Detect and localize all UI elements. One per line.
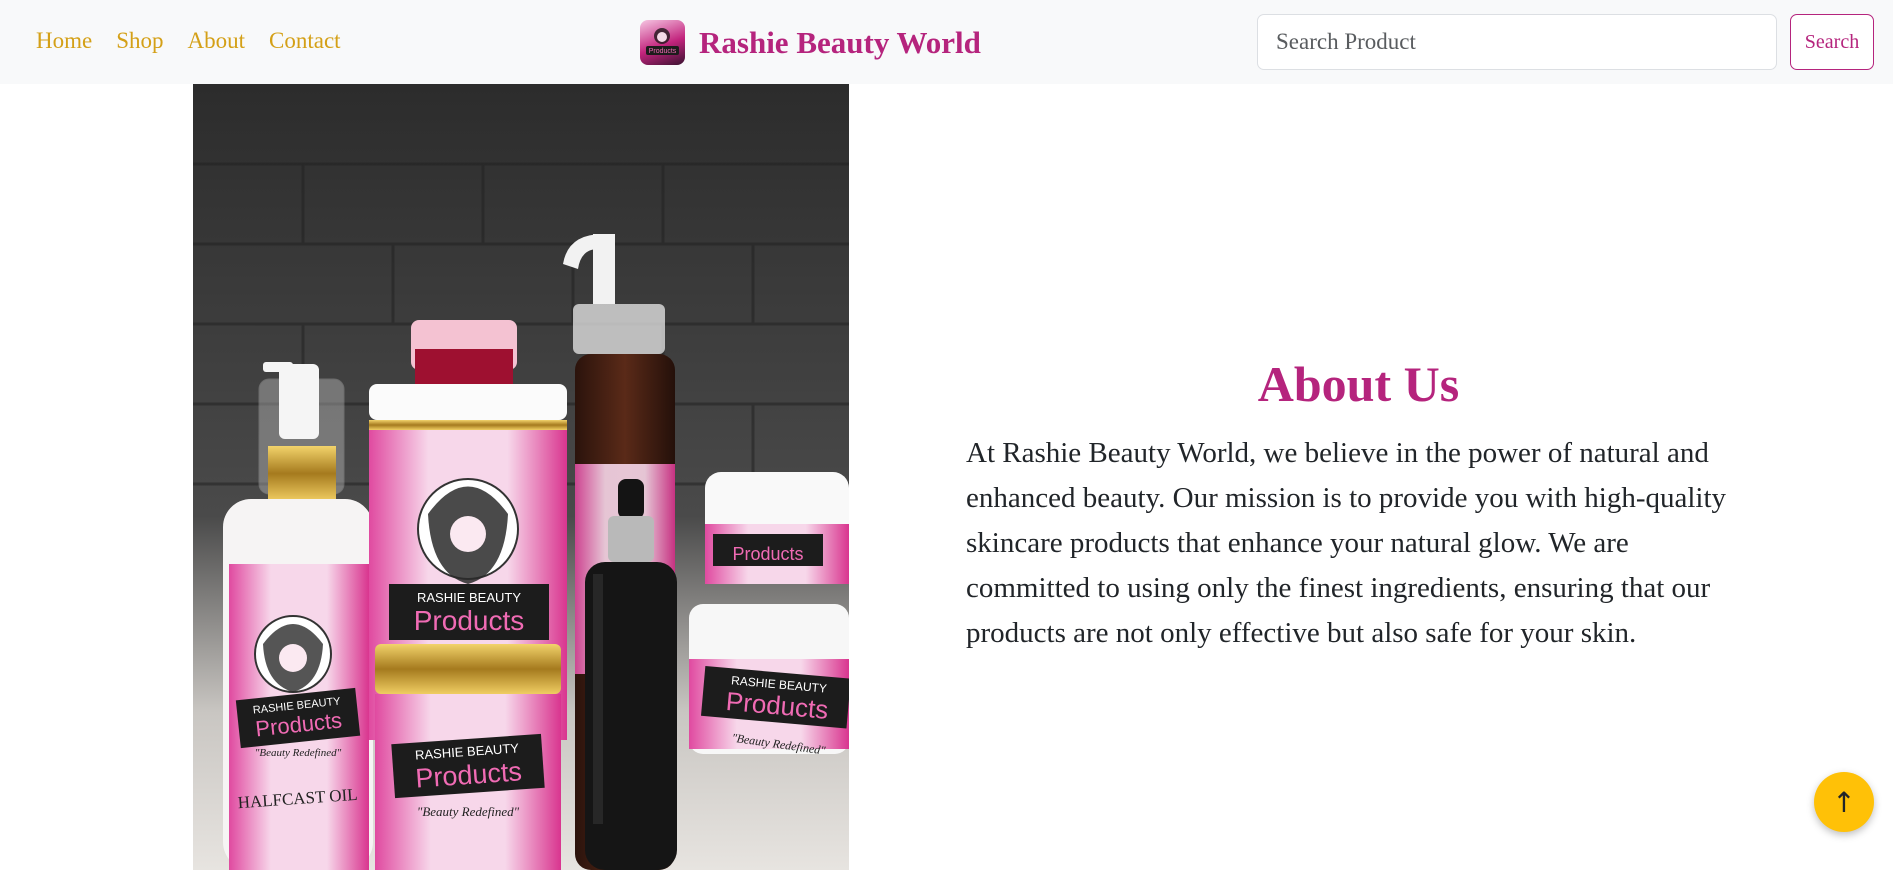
product-photo: RASHIE BEAUTY Products "Beauty Redefined… [193,84,849,870]
navbar: Home Shop About Contact Products Rashie … [0,0,1893,84]
jar-label-brand-small: RASHIE BEAUTY [417,590,521,605]
nav-links: Home Shop About Contact [36,28,341,54]
brand[interactable]: Products Rashie Beauty World [640,20,981,65]
jar-stack-product: RASHIE BEAUTY Products "Beauty Redefined… [369,320,567,870]
jar2-label-tagline: "Beauty Redefined" [417,804,520,819]
search-button[interactable]: Search [1790,14,1874,70]
label-tagline: "Beauty Redefined" [255,747,342,759]
cream-label-products: Products [732,544,803,564]
cream-jars-product: Products RASHIE BEAUTY Products "Beauty … [689,472,849,758]
about-content: About Us At Rashie Beauty World, we beli… [966,355,1751,656]
nav-link-home[interactable]: Home [36,28,92,54]
about-title: About Us [1257,356,1460,412]
nav-link-about[interactable]: About [188,28,246,54]
nav-link-contact[interactable]: Contact [269,28,341,54]
arrow-up-icon: ↑ [1832,785,1856,819]
about-description: At Rashie Beauty World, we believe in th… [966,437,1727,649]
jar-label-products: Products [414,605,525,636]
nav-link-shop[interactable]: Shop [116,28,163,54]
brand-logo: Products [640,20,685,65]
brand-name: Rashie Beauty World [699,24,981,60]
search-input[interactable] [1257,14,1777,70]
brand-logo-text: Products [649,48,677,55]
back-to-top-button[interactable]: ↑ [1814,772,1874,832]
